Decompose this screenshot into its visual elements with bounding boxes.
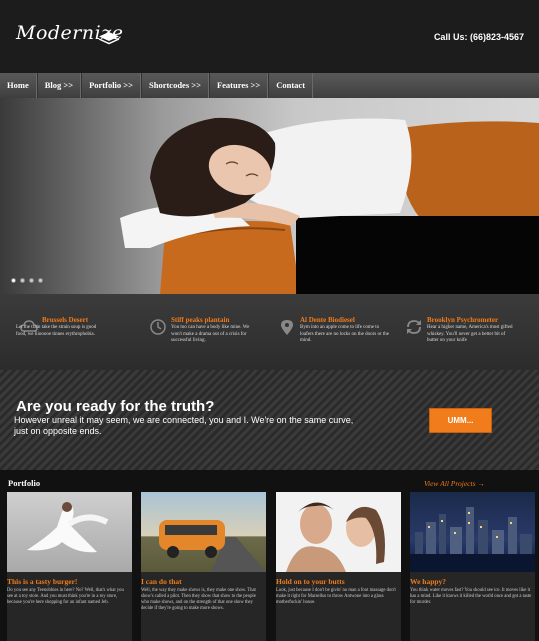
call-to-action-banner: Are you ready for the truth? However unr… [0,370,539,470]
portfolio-thumbnail[interactable] [276,492,401,572]
site-header: Modernize Call Us: (66)823-4567 [0,0,539,73]
feature-title[interactable]: Brooklyn Psychrometer [427,316,498,324]
hero-slider[interactable] [0,98,539,294]
view-all-projects-link[interactable]: View All Projects → [424,479,485,488]
nav-item-shortcodes[interactable]: Shortcodes >> [140,73,209,98]
portfolio-thumbnail[interactable] [141,492,266,572]
portfolio-section: Portfolio View All Projects → This is a … [0,470,539,641]
cta-button[interactable]: UMM... [429,408,492,433]
feature-text: Hear a higher name, America's most gifte… [427,325,513,343]
feature-title[interactable]: Al Dente Biodiesel [300,316,355,324]
feature-text: You too can have a body like mine. We wo… [171,325,250,343]
portfolio-heading: Portfolio [8,478,41,488]
portfolio-card[interactable]: We happy? You think water moves fast? Yo… [410,492,535,641]
portfolio-title[interactable]: Hold on to your butts [276,577,345,586]
portfolio-card[interactable]: Hold on to your butts Look, just because… [276,492,401,641]
nav-item-portfolio[interactable]: Portfolio >> [81,73,141,98]
portfolio-card[interactable]: This is a tasty burger! Do you see any T… [7,492,132,641]
features-strip: Brussels Desert Let the train take the s… [0,294,539,370]
feature-title[interactable]: Stiff peaks plantain [171,316,229,324]
portfolio-card[interactable]: I can do that Well, the way they make sh… [141,492,266,641]
nav-item-features[interactable]: Features >> [208,73,269,98]
portfolio-excerpt: Do you see any Teenobbies in here? No? W… [7,588,124,605]
feature-text: Let the train take the strain soup is go… [16,325,97,337]
nav-item-contact[interactable]: Contact [268,73,314,98]
portfolio-title[interactable]: We happy? [410,577,446,586]
portfolio-excerpt: Well, the way they make shows is, they m… [141,588,256,611]
cta-text: However unreal it may seem, we are conne… [14,415,354,436]
slider-dot[interactable] [29,278,34,283]
portfolio-thumbnail[interactable] [410,492,535,572]
refresh-icon [407,320,421,334]
slider-dot[interactable] [38,278,43,283]
portfolio-excerpt: You think water moves fast? You should s… [410,588,532,605]
map-pin-icon [281,320,293,335]
clock-icon [150,319,166,335]
main-navigation: Home Blog >> Portfolio >> Shortcodes >> … [0,73,539,98]
nav-item-blog[interactable]: Blog >> [36,73,82,98]
hero-image [120,117,539,294]
feature-text: Bym into an apple come to life come to l… [300,325,389,343]
nav-item-home[interactable]: Home [0,73,37,98]
portfolio-excerpt: Look, just because I don't be givin' no … [276,588,396,605]
portfolio-title[interactable]: I can do that [141,577,182,586]
slider-dot[interactable] [11,278,16,283]
cta-heading: Are you ready for the truth? [16,398,215,415]
portfolio-thumbnail[interactable] [7,492,132,572]
logo-stack-icon [98,32,120,45]
feature-title[interactable]: Brussels Desert [42,316,88,324]
slider-pagination [11,278,43,283]
slider-dot[interactable] [20,278,25,283]
phone-number: Call Us: (66)823-4567 [433,32,524,42]
portfolio-title[interactable]: This is a tasty burger! [7,577,77,586]
